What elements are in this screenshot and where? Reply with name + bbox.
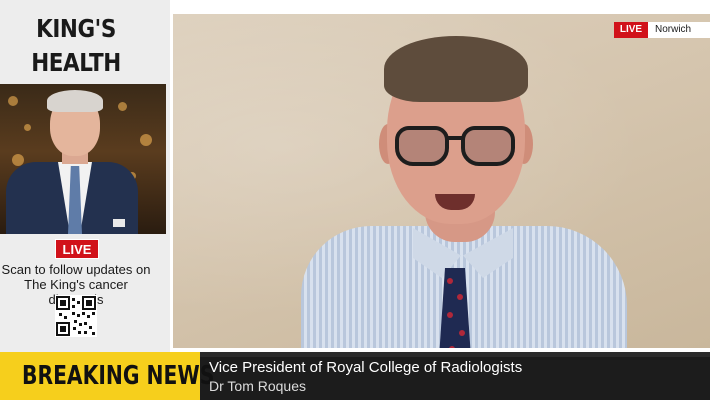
qr-code-icon[interactable] bbox=[55, 295, 97, 337]
glasses-bridge bbox=[447, 136, 463, 140]
tie-pattern bbox=[459, 330, 465, 336]
location-label: Norwich bbox=[655, 24, 692, 35]
live-location-tag: LIVE Norwich bbox=[614, 22, 710, 38]
tie-pattern bbox=[457, 294, 463, 300]
hair bbox=[384, 36, 528, 102]
tie-pattern bbox=[447, 312, 453, 318]
glasses-lens-right bbox=[461, 126, 515, 166]
breaking-news-label: BREAKING NEWS bbox=[22, 361, 215, 391]
bokeh-light bbox=[8, 96, 18, 106]
bokeh-light bbox=[140, 134, 152, 146]
ticker-divider bbox=[200, 352, 710, 357]
king-photo bbox=[0, 84, 166, 234]
lower-third-name: Dr Tom Roques bbox=[209, 378, 307, 394]
tie-pattern bbox=[447, 278, 453, 284]
side-panel-title: KING'S HEALTH bbox=[31, 14, 121, 77]
qr-code-graphic bbox=[56, 296, 96, 336]
bokeh-light bbox=[24, 124, 31, 131]
lower-third-headline: Vice President of Royal College of Radio… bbox=[209, 359, 523, 376]
live-badge: LIVE bbox=[614, 22, 648, 38]
bokeh-light bbox=[118, 102, 127, 111]
side-live-badge: LIVE bbox=[55, 239, 99, 259]
hair bbox=[47, 90, 103, 112]
tie-pattern bbox=[449, 346, 455, 348]
interview-video[interactable] bbox=[173, 14, 710, 348]
glasses-lens-left bbox=[395, 126, 449, 166]
pocket-square bbox=[113, 219, 125, 227]
